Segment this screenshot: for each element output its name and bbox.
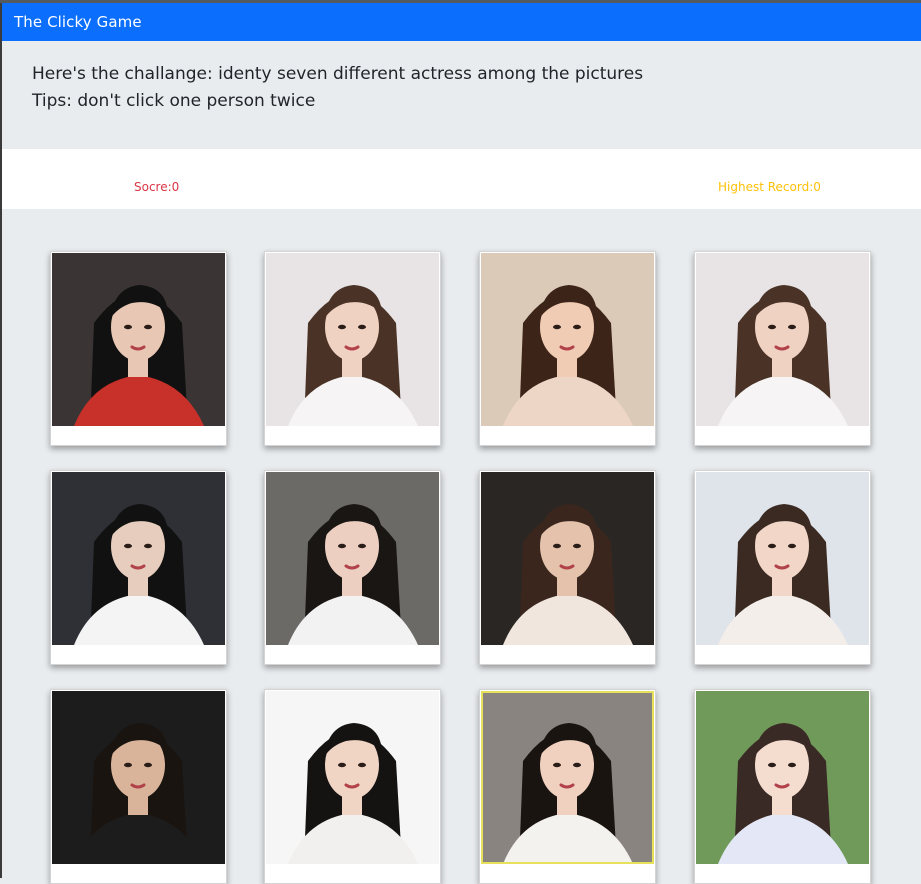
actress-photo[interactable] — [481, 691, 654, 864]
highest-record-label: Highest Record:0 — [718, 180, 821, 194]
actress-photo[interactable] — [52, 472, 225, 645]
actress-photo[interactable] — [266, 253, 439, 426]
actress-photo[interactable] — [481, 472, 654, 645]
actress-photo[interactable] — [696, 253, 869, 426]
actress-card-7[interactable] — [479, 470, 656, 665]
scoreboard: Socre:0 Highest Record:0 — [2, 149, 921, 209]
actress-card-8[interactable] — [694, 470, 871, 665]
actress-card-1[interactable] — [50, 251, 227, 446]
actress-card-3[interactable] — [479, 251, 656, 446]
actress-card-4[interactable] — [694, 251, 871, 446]
actress-photo[interactable] — [52, 253, 225, 426]
actress-photo[interactable] — [696, 691, 869, 864]
actress-card-10[interactable] — [264, 689, 441, 884]
actress-photo[interactable] — [481, 253, 654, 426]
actress-card-9[interactable] — [50, 689, 227, 884]
actress-photo[interactable] — [52, 691, 225, 864]
actress-card-6[interactable] — [264, 470, 441, 665]
challenge-text: Here's the challange: identy seven diffe… — [32, 64, 644, 84]
actress-card-12[interactable] — [694, 689, 871, 884]
score-label: Socre:0 — [134, 180, 180, 194]
app-title[interactable]: The Clicky Game — [14, 13, 142, 31]
actress-card-11[interactable] — [479, 689, 656, 884]
actress-photo[interactable] — [266, 472, 439, 645]
actress-photo[interactable] — [266, 691, 439, 864]
actress-card-2[interactable] — [264, 251, 441, 446]
tips-text: Tips: don't click one person twice — [32, 91, 316, 111]
actress-photo[interactable] — [696, 472, 869, 645]
instructions-panel: Here's the challange: identy seven diffe… — [2, 41, 921, 149]
actress-card-5[interactable] — [50, 470, 227, 665]
navbar: The Clicky Game — [2, 3, 921, 41]
